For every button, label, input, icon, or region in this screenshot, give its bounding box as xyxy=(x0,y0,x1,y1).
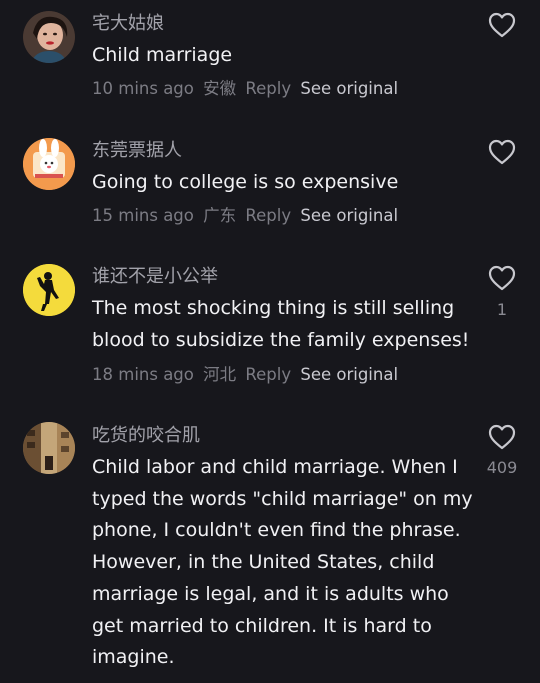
see-original-button[interactable]: See original xyxy=(300,365,398,384)
comment-text-line: typed the words "child marriage" on my xyxy=(92,487,473,510)
comment-location: 河北 xyxy=(203,365,237,384)
comment-text-line: marriage is legal, and it is adults who xyxy=(92,582,449,605)
heart-icon[interactable] xyxy=(488,12,516,38)
comment-text-line: blood to subsidize the family expenses! xyxy=(92,328,470,351)
reply-button[interactable]: Reply xyxy=(245,365,291,384)
comment-text-line: get married to children. It is hard to xyxy=(92,614,432,637)
reply-button[interactable]: Reply xyxy=(245,206,291,225)
comment-text: Child marriage xyxy=(92,40,472,72)
comment-text: Going to college is so expensive xyxy=(92,167,472,199)
comment-time: 15 mins ago xyxy=(92,206,194,225)
see-original-button[interactable]: See original xyxy=(300,79,398,98)
comment-text: Child labor and child marriage. When I t… xyxy=(92,452,473,674)
avatar[interactable] xyxy=(23,138,75,190)
dancer-silhouette-avatar xyxy=(23,264,75,316)
comment-text-line: Child marriage xyxy=(92,44,233,66)
heart-icon[interactable] xyxy=(488,139,516,165)
comment-time: 18 mins ago xyxy=(92,365,194,384)
comment-location: 安徽 xyxy=(203,79,237,98)
comment-text-line: phone, I couldn't even find the phrase. xyxy=(92,519,461,542)
comment-username[interactable]: 谁还不是小公举 xyxy=(92,266,218,288)
comment-username[interactable]: 吃货的咬合肌 xyxy=(92,425,200,447)
like-count: 409 xyxy=(486,458,518,477)
comment-meta: 18 mins ago 河北 Reply See original xyxy=(92,364,398,386)
reply-button[interactable]: Reply xyxy=(245,79,291,98)
comment-text-line: Child labor and child marriage. When I xyxy=(92,456,458,478)
cartoon-rabbit-avatar xyxy=(23,138,75,190)
avatar[interactable] xyxy=(23,264,75,316)
comment-username[interactable]: 宅大姑娘 xyxy=(92,13,164,35)
comment-location: 广东 xyxy=(203,206,237,225)
comment-meta: 15 mins ago 广东 Reply See original xyxy=(92,205,398,227)
heart-icon[interactable] xyxy=(488,424,516,450)
heart-icon[interactable] xyxy=(488,265,516,291)
comment-meta: 10 mins ago 安徽 Reply See original xyxy=(92,78,398,100)
comment-text-line: The most shocking thing is still selling xyxy=(92,297,455,319)
see-original-button[interactable]: See original xyxy=(300,206,398,225)
comment-username[interactable]: 东莞票据人 xyxy=(92,140,182,162)
comment-time: 10 mins ago xyxy=(92,79,194,98)
comment-text: The most shocking thing is still selling… xyxy=(92,293,472,356)
comment-text-line: However, in the United States, child xyxy=(92,551,435,574)
avatar[interactable] xyxy=(23,422,75,474)
like-count: 1 xyxy=(496,300,508,319)
comment-text-line: imagine. xyxy=(92,646,175,669)
street-photo-avatar xyxy=(23,422,75,474)
avatar[interactable] xyxy=(23,11,75,63)
comment-text-line: Going to college is so expensive xyxy=(92,171,399,193)
woman-portrait-avatar xyxy=(23,11,75,63)
